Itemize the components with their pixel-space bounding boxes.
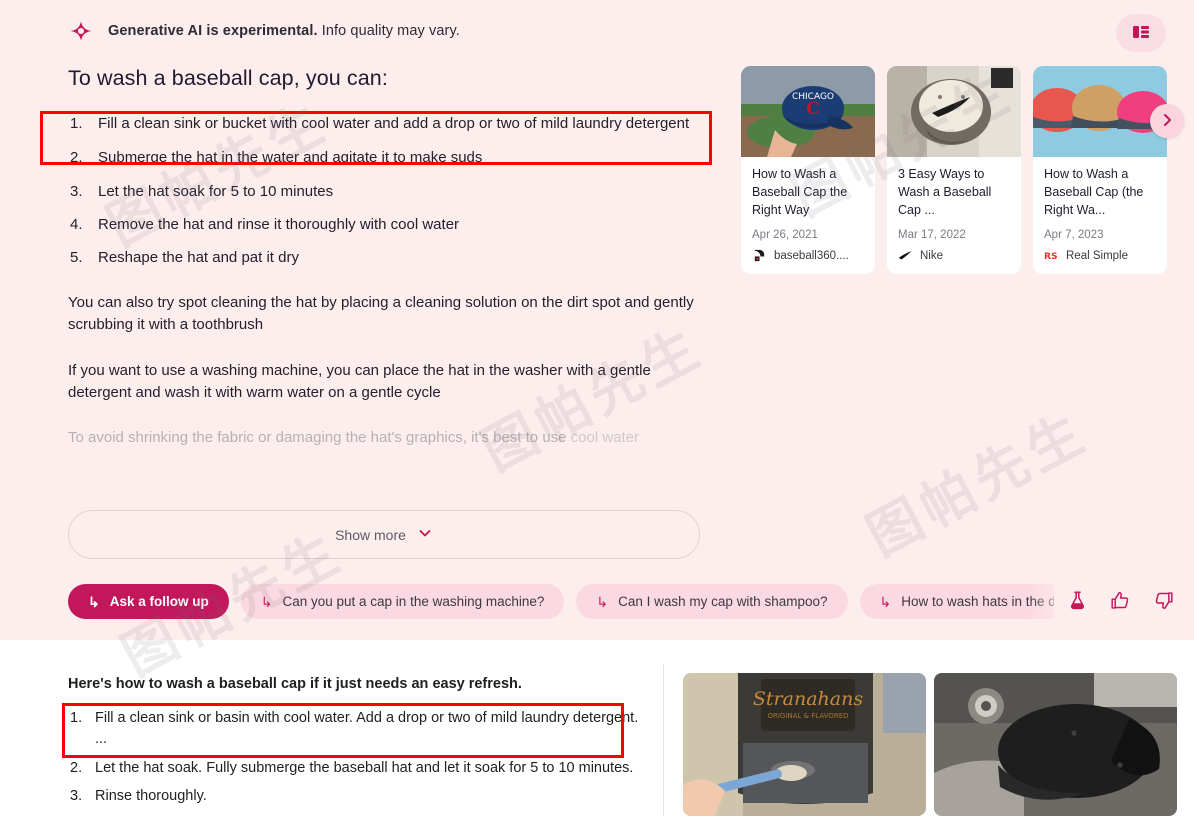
source-card-3[interactable]: How to Wash a Baseball Cap (the Right Wa… (1033, 66, 1167, 275)
source-card-2[interactable]: 3 Easy Ways to Wash a Baseball Cap ... M… (887, 66, 1021, 275)
disclaimer-bold: Generative AI is experimental. (108, 23, 318, 39)
nike-swoosh-favicon (898, 248, 913, 263)
thumb-up-icon (1110, 592, 1131, 614)
vertical-divider (663, 664, 664, 816)
answer-step-4: Remove the hat and rinse it thoroughly w… (70, 214, 460, 236)
card-date: Apr 26, 2021 (752, 229, 818, 242)
card-thumbnail-image (1033, 66, 1167, 157)
reply-arrow-icon: ↳ (88, 593, 100, 610)
answer-title: To wash a baseball cap, you can: (68, 66, 388, 90)
labs-flask-button[interactable] (1065, 588, 1090, 613)
organic-step-1: Fill a clean sink or basin with cool wat… (70, 708, 639, 748)
card-source: Nike (898, 248, 1010, 263)
followup-chips-row: ↳ Ask a follow up ↳ Can you put a cap in… (68, 584, 1054, 619)
followup-chip-shampoo[interactable]: ↳ Can I wash my cap with shampoo? (576, 584, 848, 619)
card-body: How to Wash a Baseball Cap (the Right Wa… (1033, 157, 1167, 274)
card-thumbnail-image (887, 66, 1021, 157)
svg-text:ORIGINAL & FLAVORED: ORIGINAL & FLAVORED (767, 712, 848, 720)
thumb-down-button[interactable] (1151, 588, 1176, 613)
organic-image-toothbrush[interactable]: Stranahans ORIGINAL & FLAVORED (683, 673, 926, 816)
answer-step-5: Reshape the hat and pat it dry (70, 247, 299, 269)
followup-chip-washing-machine[interactable]: ↳ Can you put a cap in the washing machi… (240, 584, 565, 619)
ai-answer-column: To wash a baseball cap, you can: Fill a … (68, 66, 713, 449)
card-source-name: baseball360.... (774, 249, 849, 262)
card-date: Apr 7, 2023 (1044, 229, 1104, 242)
page-root: Generative AI is experimental. Info qual… (0, 0, 1194, 816)
generative-ai-disclaimer: Generative AI is experimental. Info qual… (68, 18, 460, 44)
card-title: How to Wash a Baseball Cap (the Right Wa… (1044, 167, 1144, 217)
chevron-right-icon (1159, 112, 1175, 131)
svg-text:RS: RS (1044, 252, 1058, 263)
chip-label: Can you put a cap in the washing machine… (282, 594, 545, 609)
layout-panel-toggle-button[interactable] (1116, 14, 1166, 52)
organic-heading: Here's how to wash a baseball cap if it … (68, 676, 522, 692)
card-body: How to Wash a Baseball Cap the Right Way… (741, 157, 875, 274)
feedback-icon-group (1065, 588, 1176, 613)
answer-step-2: Submerge the hat in the water and agitat… (70, 147, 483, 169)
disclaimer-text: Generative AI is experimental. Info qual… (108, 23, 460, 39)
card-title: 3 Easy Ways to Wash a Baseball Cap ... (898, 167, 992, 217)
organic-image-sink-cap[interactable] (934, 673, 1177, 816)
chip-label: Ask a follow up (109, 594, 209, 609)
chevron-down-icon (417, 525, 433, 544)
card-body: 3 Easy Ways to Wash a Baseball Cap ... M… (887, 157, 1021, 274)
faded-text-tail: cool water (570, 429, 640, 447)
card-source-name: Real Simple (1066, 249, 1128, 262)
real-simple-favicon: RS (1044, 248, 1059, 263)
chip-label: Can I wash my cap with shampoo? (618, 594, 828, 609)
show-more-button[interactable]: Show more (68, 510, 700, 559)
card-source-name: Nike (920, 249, 944, 262)
answer-step-3: Let the hat soak for 5 to 10 minutes (70, 181, 334, 203)
svg-text:C: C (806, 99, 820, 119)
svg-text:Stranahans: Stranahans (753, 688, 863, 710)
organic-step-2: Let the hat soak. Fully submerge the bas… (70, 758, 634, 780)
answer-paragraph-1: You can also try spot cleaning the hat b… (68, 294, 694, 334)
sparkle-icon (68, 18, 94, 44)
answer-step-1: Fill a clean sink or bucket with cool wa… (70, 113, 690, 135)
reply-arrow-icon: ↳ (596, 593, 609, 610)
disclaimer-rest: Info quality may vary. (317, 23, 460, 39)
ask-a-follow-up-button[interactable]: ↳ Ask a follow up (68, 584, 229, 619)
source-cards-carousel: CHICAGO C How to Wash a Baseball Cap the… (741, 66, 1167, 275)
answer-paragraph-faded: To avoid shrinking the fabric or damagin… (68, 427, 713, 449)
organic-step-3: Rinse thoroughly. (70, 786, 207, 808)
source-card-1[interactable]: CHICAGO C How to Wash a Baseball Cap the… (741, 66, 875, 275)
followup-chip-dryer[interactable]: ↳ How to wash hats in the d (859, 584, 1054, 619)
card-source: baseball360.... (752, 248, 864, 263)
carousel-next-button[interactable] (1150, 104, 1184, 138)
answer-steps-list: Fill a clean sink or bucket with cool wa… (68, 113, 713, 269)
thumb-down-icon (1153, 592, 1174, 614)
chip-label: How to wash hats in the d (901, 594, 1054, 609)
organic-text-column: Here's how to wash a baseball cap if it … (68, 676, 648, 815)
organic-steps-list: Fill a clean sink or basin with cool wat… (68, 708, 648, 808)
organic-result: Here's how to wash a baseball cap if it … (0, 640, 1194, 816)
card-date: Mar 17, 2022 (898, 229, 966, 242)
show-more-label: Show more (335, 526, 406, 543)
card-source: RS Real Simple (1044, 248, 1156, 263)
thumb-up-button[interactable] (1108, 588, 1133, 613)
organic-image-row: Stranahans ORIGINAL & FLAVORED (683, 673, 1177, 816)
labs-flask-icon (1067, 591, 1088, 614)
layout-panel-icon (1131, 22, 1151, 45)
generative-ai-panel: Generative AI is experimental. Info qual… (0, 0, 1194, 640)
baseball360-favicon (752, 248, 767, 263)
reply-arrow-icon: ↳ (879, 593, 892, 610)
reply-arrow-icon: ↳ (260, 593, 273, 610)
faded-text-main: To avoid shrinking the fabric or damagin… (68, 429, 571, 447)
card-thumbnail-image: CHICAGO C (741, 66, 875, 157)
answer-paragraph-2: If you want to use a washing machine, yo… (68, 361, 651, 401)
card-title: How to Wash a Baseball Cap the Right Way (752, 167, 848, 217)
